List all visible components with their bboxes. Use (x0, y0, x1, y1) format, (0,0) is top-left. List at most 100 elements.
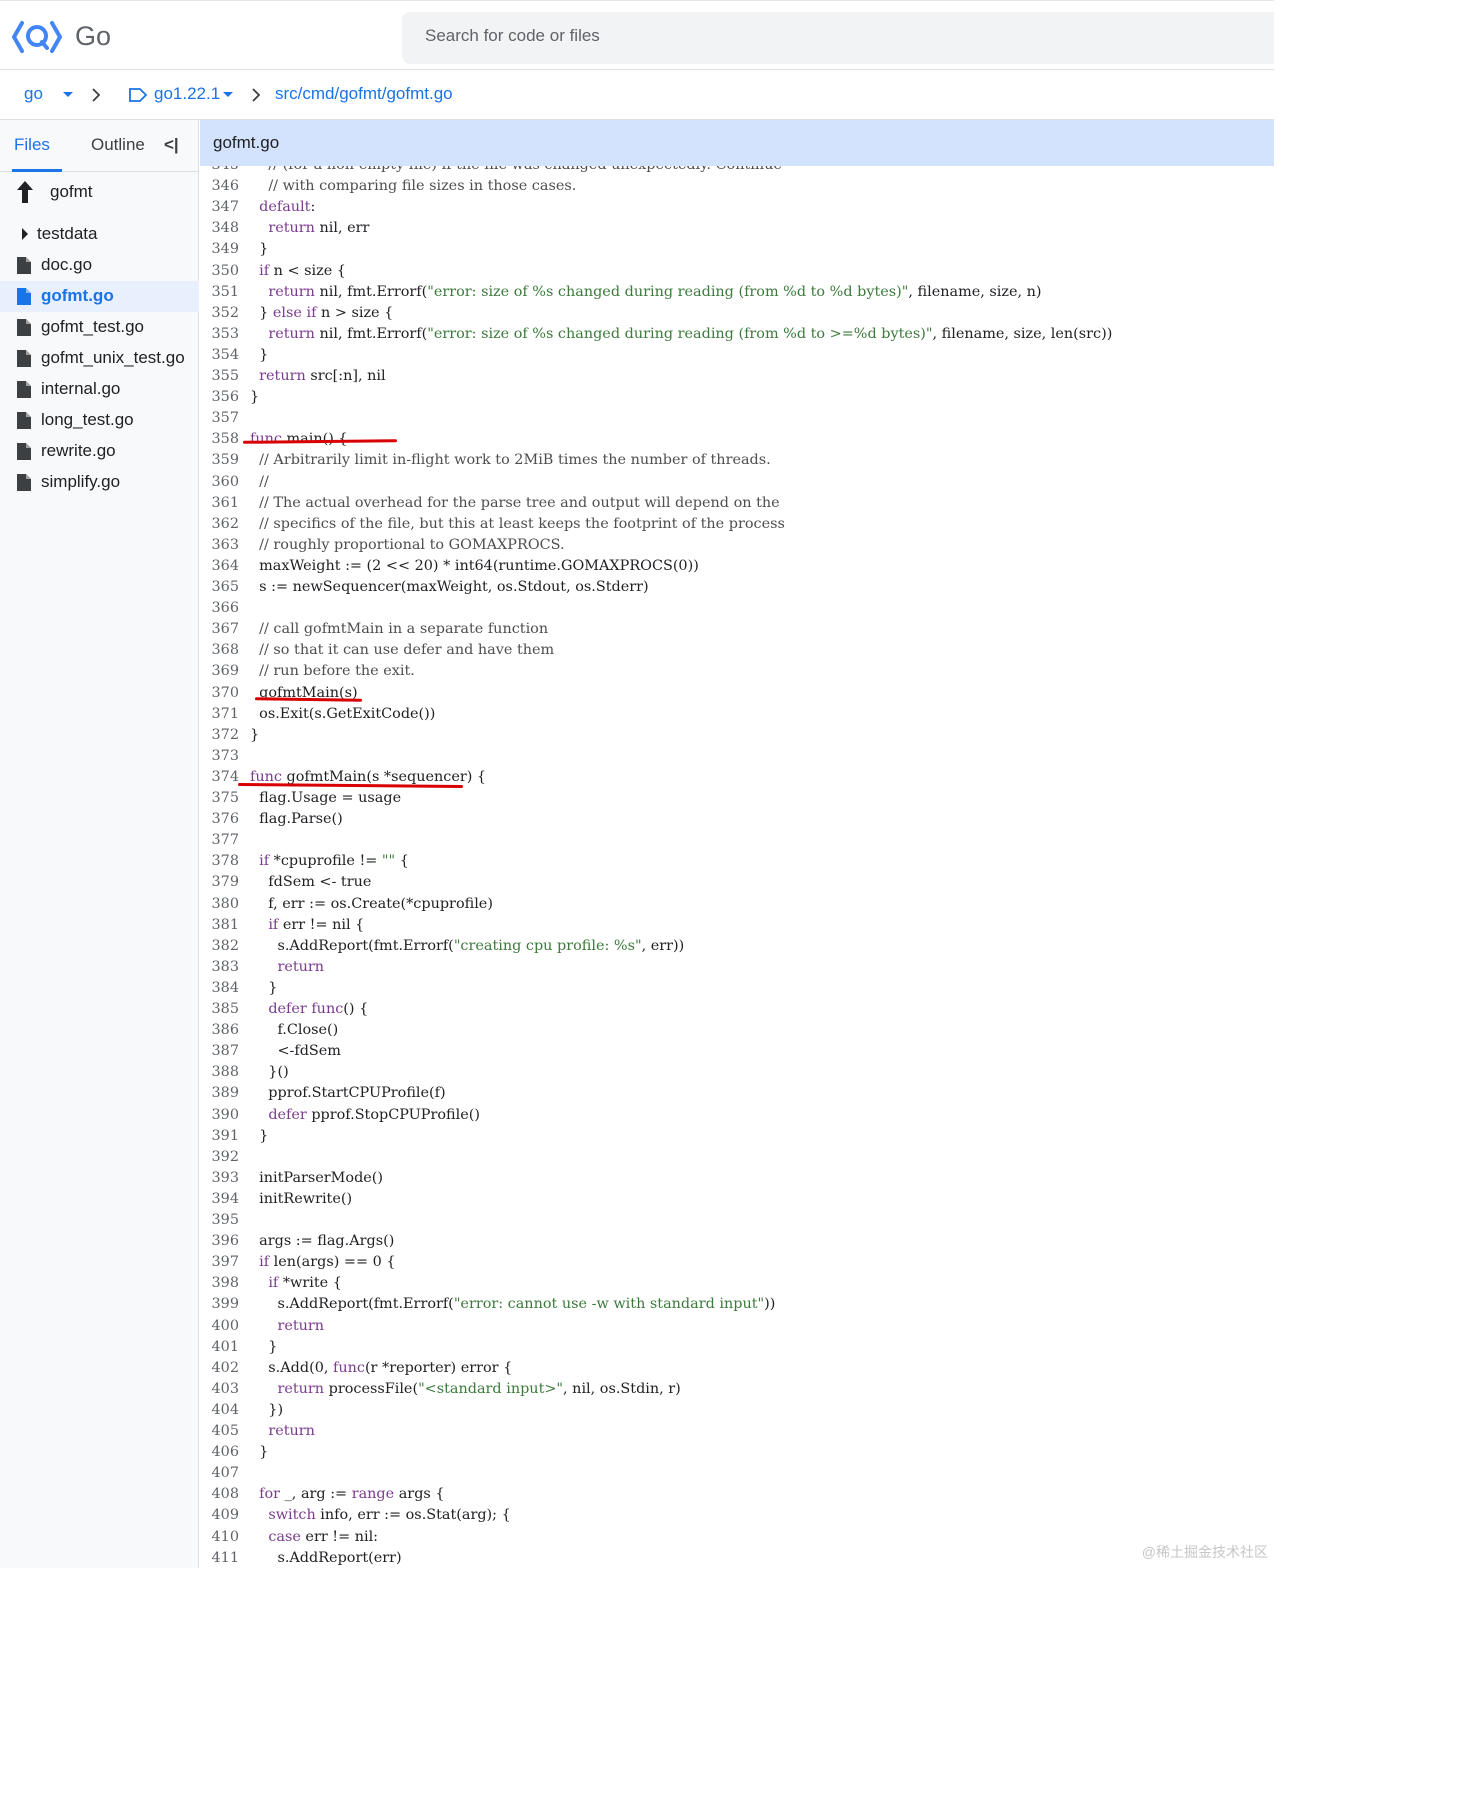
line-number[interactable]: 359 (200, 450, 239, 471)
code-line: 410 case err != nil: (200, 1527, 1274, 1548)
line-number[interactable]: 372 (200, 725, 239, 746)
line-number[interactable]: 368 (200, 640, 239, 661)
line-number[interactable]: 367 (200, 619, 239, 640)
line-number[interactable]: 370 (200, 683, 239, 704)
code-line: 351 return nil, fmt.Errorf("error: size … (200, 282, 1274, 303)
line-number[interactable]: 378 (200, 851, 239, 872)
line-number[interactable]: 404 (200, 1400, 239, 1421)
line-number[interactable]: 409 (200, 1505, 239, 1526)
line-number[interactable]: 389 (200, 1083, 239, 1104)
line-number[interactable]: 402 (200, 1358, 239, 1379)
line-number[interactable]: 401 (200, 1337, 239, 1358)
sidebar-item[interactable]: long_test.go (0, 405, 199, 436)
line-number[interactable]: 350 (200, 261, 239, 282)
sidebar-item[interactable]: doc.go (0, 250, 199, 281)
line-number[interactable]: 398 (200, 1273, 239, 1294)
line-number[interactable]: 382 (200, 936, 239, 957)
chevron-down-icon[interactable] (62, 91, 74, 99)
chevron-down-icon[interactable] (222, 91, 234, 99)
line-number[interactable]: 400 (200, 1316, 239, 1337)
line-number[interactable]: 364 (200, 556, 239, 577)
line-number[interactable]: 394 (200, 1189, 239, 1210)
line-number[interactable]: 347 (200, 197, 239, 218)
line-number[interactable]: 360 (200, 472, 239, 493)
line-number[interactable]: 393 (200, 1168, 239, 1189)
line-number[interactable]: 379 (200, 872, 239, 893)
line-number[interactable]: 353 (200, 324, 239, 345)
line-number[interactable]: 411 (200, 1548, 239, 1568)
line-number[interactable]: 345 (200, 166, 239, 176)
code-line: 356} (200, 387, 1274, 408)
line-number[interactable]: 388 (200, 1062, 239, 1083)
code-text: return nil, err (268, 220, 370, 237)
line-number[interactable]: 386 (200, 1020, 239, 1041)
code-text: } else if n > size { (250, 304, 394, 321)
line-number[interactable]: 371 (200, 704, 239, 725)
line-number[interactable]: 362 (200, 514, 239, 535)
line-number[interactable]: 346 (200, 176, 239, 197)
line-number[interactable]: 381 (200, 915, 239, 936)
sidebar-item[interactable]: gofmt_unix_test.go (0, 343, 199, 374)
line-number[interactable]: 390 (200, 1105, 239, 1126)
search-box[interactable] (402, 12, 1274, 64)
line-number[interactable]: 380 (200, 894, 239, 915)
sidebar-item[interactable]: testdata (0, 219, 199, 250)
code-line: 353 return nil, fmt.Errorf("error: size … (200, 324, 1274, 345)
line-number[interactable]: 363 (200, 535, 239, 556)
line-number[interactable]: 399 (200, 1294, 239, 1315)
breadcrumb-path[interactable]: src/cmd/gofmt/gofmt.go (275, 84, 453, 104)
line-number[interactable]: 405 (200, 1421, 239, 1442)
line-number[interactable]: 348 (200, 218, 239, 239)
line-number[interactable]: 369 (200, 661, 239, 682)
line-number[interactable]: 395 (200, 1210, 239, 1231)
code-text: flag.Usage = usage (250, 790, 402, 806)
breadcrumb-repo[interactable]: go (24, 84, 43, 104)
line-number[interactable]: 387 (200, 1041, 239, 1062)
line-number[interactable]: 397 (200, 1252, 239, 1273)
sidebar-item[interactable]: gofmt_test.go (0, 312, 199, 343)
sidebar-item[interactable]: rewrite.go (0, 436, 199, 467)
line-number[interactable]: 351 (200, 282, 239, 303)
line-number[interactable]: 391 (200, 1126, 239, 1147)
line-number[interactable]: 349 (200, 239, 239, 260)
line-number[interactable]: 354 (200, 345, 239, 366)
tab-outline[interactable]: Outline (91, 135, 145, 155)
tab-files[interactable]: Files (12, 135, 62, 172)
line-number[interactable]: 376 (200, 809, 239, 830)
code-view[interactable]: 345 // (for a non-empty file) if the fil… (200, 166, 1274, 1568)
code-text: s := newSequencer(maxWeight, os.Stdout, … (250, 579, 649, 595)
line-number[interactable]: 352 (200, 303, 239, 324)
line-number[interactable]: 396 (200, 1231, 239, 1252)
sidebar-item[interactable]: simplify.go (0, 467, 199, 498)
line-number[interactable]: 383 (200, 957, 239, 978)
sidebar-item[interactable]: gofmt.go (0, 281, 199, 312)
line-number[interactable]: 392 (200, 1147, 239, 1168)
code-search-logo-icon[interactable] (12, 15, 62, 59)
line-number[interactable]: 403 (200, 1379, 239, 1400)
breadcrumb-ref[interactable]: go1.22.1 (154, 84, 220, 104)
line-number[interactable]: 361 (200, 493, 239, 514)
code-text: return processFile("<standard input>", n… (277, 1380, 681, 1397)
line-number[interactable]: 373 (200, 746, 239, 767)
line-number[interactable]: 355 (200, 366, 239, 387)
line-number[interactable]: 385 (200, 999, 239, 1020)
line-number[interactable]: 384 (200, 978, 239, 999)
sidebar-item[interactable]: internal.go (0, 374, 199, 405)
line-number[interactable]: 375 (200, 788, 239, 809)
search-input[interactable] (423, 25, 1127, 47)
watermark: @稀土掘金技术社区 (1141, 1544, 1268, 1560)
line-number[interactable]: 407 (200, 1463, 239, 1484)
sidebar-item[interactable]: gofmt (0, 177, 199, 208)
line-number[interactable]: 377 (200, 830, 239, 851)
code-line: 347 default: (200, 197, 1274, 218)
line-number[interactable]: 408 (200, 1484, 239, 1505)
line-number[interactable]: 357 (200, 408, 239, 429)
line-number[interactable]: 406 (200, 1442, 239, 1463)
line-number[interactable]: 365 (200, 577, 239, 598)
line-number[interactable]: 374 (200, 767, 239, 788)
line-number[interactable]: 410 (200, 1527, 239, 1548)
collapse-sidebar-icon[interactable]: <| (164, 135, 179, 155)
line-number[interactable]: 366 (200, 598, 239, 619)
line-number[interactable]: 356 (200, 387, 239, 408)
line-number[interactable]: 358 (200, 429, 239, 450)
